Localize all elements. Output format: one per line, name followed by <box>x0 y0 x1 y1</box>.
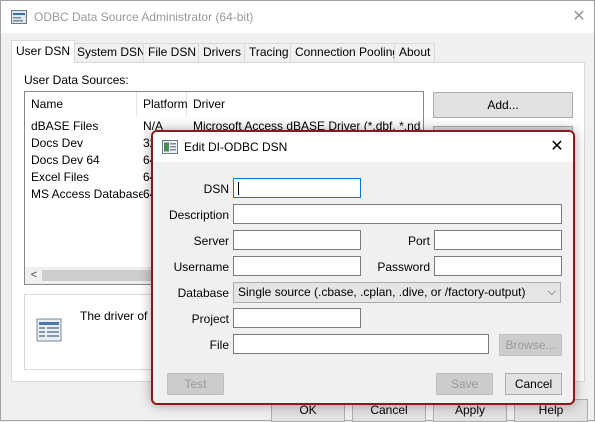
chevron-down-icon: ⌵ <box>547 286 556 298</box>
save-button[interactable]: Save <box>436 373 493 395</box>
main-close-icon[interactable]: ✕ <box>567 6 591 28</box>
database-selected-value: Single source (.cbase, .cplan, .dive, or… <box>238 285 526 299</box>
tab-drivers[interactable]: Drivers <box>198 43 246 62</box>
database-select[interactable]: Single source (.cbase, .cplan, .dive, or… <box>233 282 561 303</box>
odbc-app-icon <box>11 10 27 24</box>
test-button[interactable]: Test <box>167 373 224 395</box>
dialog-close-icon[interactable]: ✕ <box>545 136 569 158</box>
add-button[interactable]: Add... <box>433 92 573 118</box>
tab-system-dsn[interactable]: System DSN <box>72 43 151 62</box>
main-title-bar: ODBC Data Source Administrator (64-bit) … <box>1 1 594 33</box>
project-field[interactable] <box>233 308 361 328</box>
username-label: Username <box>173 260 229 274</box>
username-field[interactable] <box>233 256 361 276</box>
password-field[interactable] <box>434 256 562 276</box>
project-label: Project <box>191 312 229 326</box>
user-data-sources-label: User Data Sources: <box>24 73 129 87</box>
dsn-field[interactable] <box>233 178 361 198</box>
tab-about[interactable]: About <box>394 43 436 62</box>
tab-connection-pooling[interactable]: Connection Pooling <box>290 43 405 62</box>
password-label: Password <box>377 260 430 274</box>
port-field[interactable] <box>434 230 562 250</box>
column-header-platform[interactable]: Platform <box>137 92 188 116</box>
dsn-label: DSN <box>203 182 229 196</box>
list-item-name: Excel Files <box>31 170 90 184</box>
list-item-name: Docs Dev 64 <box>31 153 100 167</box>
tab-user-dsn[interactable]: User DSN <box>11 40 76 63</box>
column-header-driver[interactable]: Driver <box>187 92 423 116</box>
dialog-title-bar: Edit DI-ODBC DSN ✕ <box>153 132 573 162</box>
file-label: File <box>209 338 229 352</box>
port-label: Port <box>407 234 430 248</box>
text-caret <box>238 182 239 195</box>
server-label: Server <box>193 234 229 248</box>
tab-file-dsn[interactable]: File DSN <box>143 43 202 62</box>
server-field[interactable] <box>233 230 361 250</box>
data-source-icon <box>36 318 62 342</box>
cancel-button[interactable]: Cancel <box>505 373 562 395</box>
file-field[interactable] <box>233 334 489 354</box>
browse-button[interactable]: Browse... <box>499 334 562 356</box>
description-label: Description <box>168 208 229 222</box>
dialog-title: Edit DI-ODBC DSN <box>184 140 288 154</box>
scrollbar-thumb[interactable] <box>42 270 152 281</box>
list-item-name: Docs Dev <box>31 136 84 150</box>
column-header-name[interactable]: Name <box>25 92 137 116</box>
database-label: Database <box>177 286 229 300</box>
tab-tracing[interactable]: Tracing <box>244 43 294 62</box>
dialog-app-icon <box>162 140 178 154</box>
list-item-name: MS Access Database <box>31 187 143 201</box>
scroll-left-icon[interactable]: < <box>27 267 41 284</box>
main-window-title: ODBC Data Source Administrator (64-bit) <box>34 10 254 24</box>
list-item-name: dBASE Files <box>31 119 99 133</box>
edit-dsn-dialog: Edit DI-ODBC DSN ✕ DSN Description Serve… <box>151 130 575 405</box>
description-field[interactable] <box>233 204 562 224</box>
